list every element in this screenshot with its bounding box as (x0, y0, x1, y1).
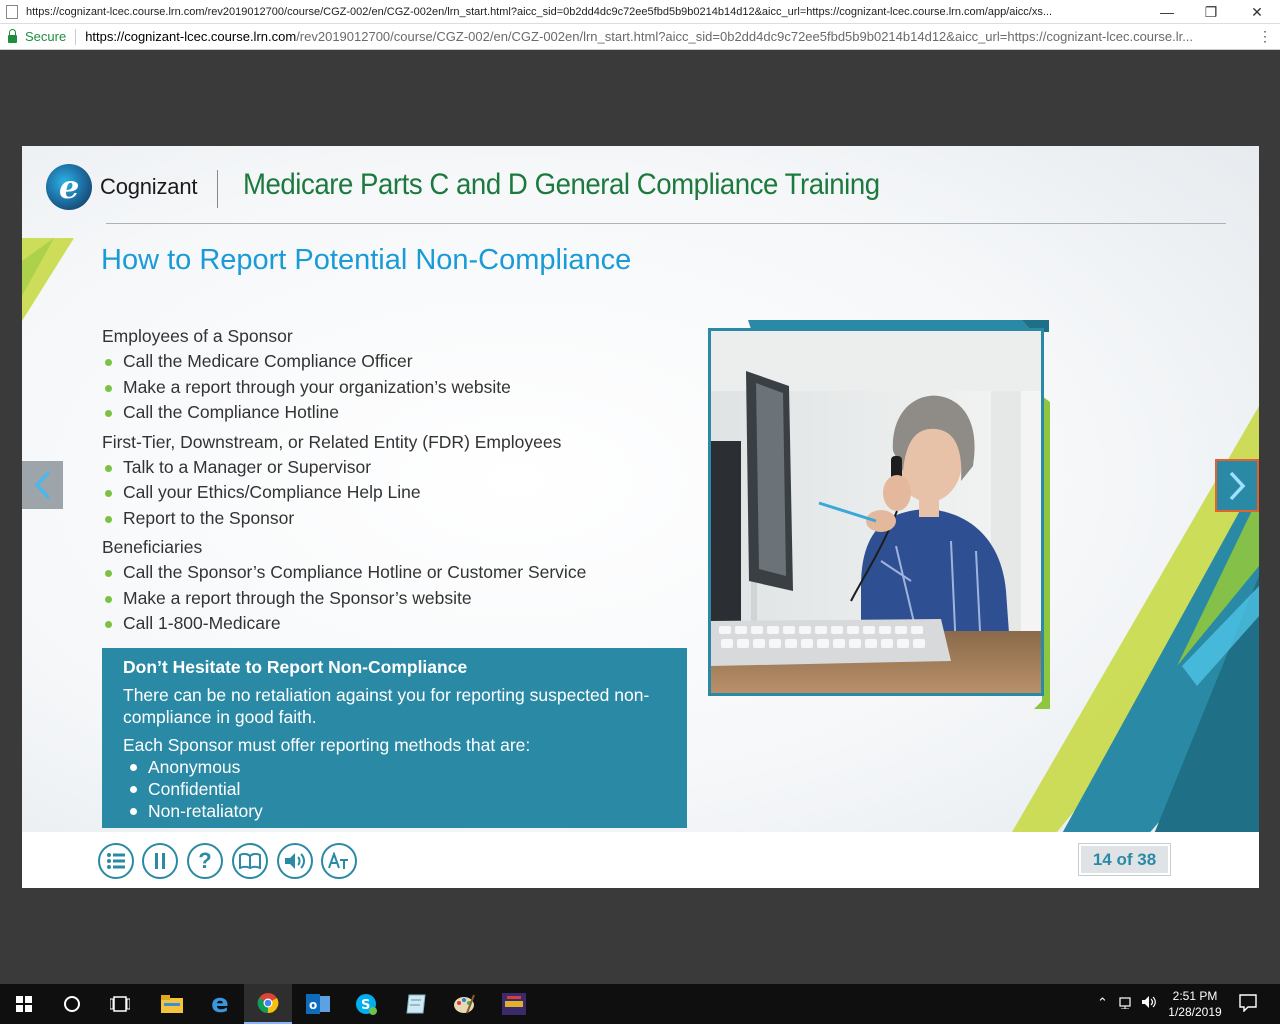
minimize-icon[interactable]: — (1144, 0, 1190, 24)
task-view-icon (110, 996, 130, 1012)
glossary-button[interactable] (232, 843, 268, 879)
skype-icon: S (356, 994, 377, 1015)
windows-icon (16, 996, 32, 1012)
paint-icon (454, 994, 475, 1014)
volume-icon[interactable] (1141, 995, 1157, 1012)
audio-icon (285, 853, 305, 869)
list-item: Make a report through your organization’… (102, 375, 682, 401)
chevron-right-icon (1229, 471, 1246, 500)
list-item: Make a report through the Sponsor’s webs… (102, 586, 682, 612)
secure-label: Secure (25, 29, 67, 44)
taskbar-edge[interactable]: e (196, 984, 244, 1024)
taskbar-skype[interactable]: S (342, 984, 390, 1024)
search-button[interactable] (48, 984, 96, 1024)
list-item: Talk to a Manager or Supervisor (102, 455, 682, 481)
course-slide: e Cognizant Medicare Parts C and D Gener… (22, 146, 1259, 888)
group-title: First-Tier, Downstream, or Related Entit… (102, 431, 562, 452)
group-fdr-employees: First-Tier, Downstream, or Related Entit… (102, 430, 682, 532)
text-size-button[interactable] (321, 843, 357, 879)
task-view-button[interactable] (96, 984, 144, 1024)
list-item: Call the Compliance Hotline (102, 400, 682, 426)
group-title: Employees of a Sponsor (102, 326, 293, 346)
book-icon (239, 853, 261, 869)
menu-icon (107, 853, 125, 869)
pause-icon (155, 853, 165, 869)
edge-icon: e (211, 989, 229, 1019)
url-host: https://cognizant-lcec.course.lrn.com (85, 29, 297, 44)
window-title: https://cognizant-lcec.course.lrn.com/re… (26, 5, 1053, 18)
svg-text:S: S (361, 998, 370, 1013)
list-item: Report to the Sponsor (102, 506, 682, 532)
player-controls-bar: ? 14 of 38 (22, 832, 1259, 888)
address-separator (75, 28, 77, 45)
group-title: Beneficiaries (102, 537, 203, 557)
page-counter: 14 of 38 (1078, 843, 1171, 876)
header-rule (106, 223, 1226, 224)
taskbar-chrome[interactable] (244, 984, 292, 1024)
list-item: Call 1-800-Medicare (102, 611, 682, 637)
callout-list-item: Non-retaliatory (129, 800, 687, 822)
restore-icon[interactable]: ❐ (1188, 0, 1234, 24)
outlook-icon: o (306, 994, 330, 1014)
lock-icon (8, 28, 17, 43)
network-icon[interactable] (1119, 995, 1135, 1012)
page-icon (6, 4, 18, 19)
pause-button[interactable] (142, 843, 178, 879)
callout-paragraph: There can be no retaliation against you … (123, 685, 650, 727)
cognizant-logo-mark: e (46, 164, 92, 210)
taskbar-app-notes[interactable] (392, 984, 440, 1024)
address-bar[interactable]: Secure https://cognizant-lcec.course.lrn… (0, 24, 1280, 50)
menu-button[interactable] (98, 843, 134, 879)
taskbar-app-paint[interactable] (440, 984, 488, 1024)
help-button[interactable]: ? (187, 843, 223, 879)
taskbar-app-game[interactable] (490, 984, 538, 1024)
cortana-icon (64, 996, 80, 1012)
folder-icon (161, 995, 183, 1013)
notes-app-icon (406, 994, 426, 1014)
taskbar: e o S ⌃ 2:51 PM 1/28/2019 (0, 984, 1280, 1024)
previous-slide-button[interactable] (22, 461, 63, 509)
chevron-left-icon (34, 470, 50, 500)
window-title-bar: https://cognizant-lcec.course.lrn.com/re… (0, 0, 1280, 24)
list-item: Call the Medicare Compliance Officer (102, 349, 682, 375)
clock-time: 2:51 PM (1172, 989, 1218, 1003)
photo-woman-on-phone (708, 328, 1044, 696)
text-size-icon (328, 852, 348, 869)
callout-paragraph: Each Sponsor must offer reporting method… (123, 735, 531, 755)
close-icon[interactable]: ✕ (1234, 0, 1280, 24)
cognizant-logo: e Cognizant (46, 164, 197, 210)
group-sponsor-employees: Employees of a Sponsor Call the Medicare… (102, 324, 682, 426)
clock-date: 1/28/2019 (1168, 1005, 1222, 1019)
callout-title: Don’t Hesitate to Report Non-Compliance (123, 657, 468, 677)
list-item: Call your Ethics/Compliance Help Line (102, 480, 682, 506)
reporting-options: Employees of a Sponsor Call the Medicare… (102, 324, 682, 637)
chevron-up-icon[interactable]: ⌃ (1097, 995, 1108, 1011)
list-item: Call the Sponsor’s Compliance Hotline or… (102, 560, 682, 586)
callout-list-item: Confidential (129, 778, 687, 800)
next-slide-button[interactable] (1215, 459, 1259, 512)
url-path: /rev2019012700/course/CGZ-002/en/CGZ-002… (296, 29, 1194, 44)
game-app-icon (502, 993, 526, 1015)
brand-name: Cognizant (100, 174, 198, 199)
system-clock[interactable]: 2:51 PM 1/28/2019 (1162, 988, 1228, 1020)
taskbar-outlook[interactable]: o (294, 984, 342, 1024)
taskbar-file-explorer[interactable] (148, 984, 196, 1024)
course-title: Medicare Parts C and D General Complianc… (243, 168, 880, 201)
kebab-menu-icon[interactable]: ⋮ (1258, 28, 1272, 45)
notifications-button[interactable] (1239, 994, 1257, 1015)
chrome-icon (257, 993, 279, 1014)
callout-box: Don’t Hesitate to Report Non-Compliance … (102, 648, 687, 828)
start-button[interactable] (0, 984, 48, 1024)
header-divider (217, 170, 218, 208)
notification-icon (1239, 994, 1257, 1013)
callout-list-item: Anonymous (129, 756, 687, 778)
help-icon: ? (198, 848, 212, 873)
slide-heading: How to Report Potential Non-Compliance (101, 244, 632, 276)
svg-text:o: o (309, 998, 317, 1012)
group-beneficiaries: Beneficiaries Call the Sponsor’s Complia… (102, 535, 682, 637)
url-text[interactable]: https://cognizant-lcec.course.lrn.com/re… (85, 29, 1255, 44)
audio-button[interactable] (277, 843, 313, 879)
